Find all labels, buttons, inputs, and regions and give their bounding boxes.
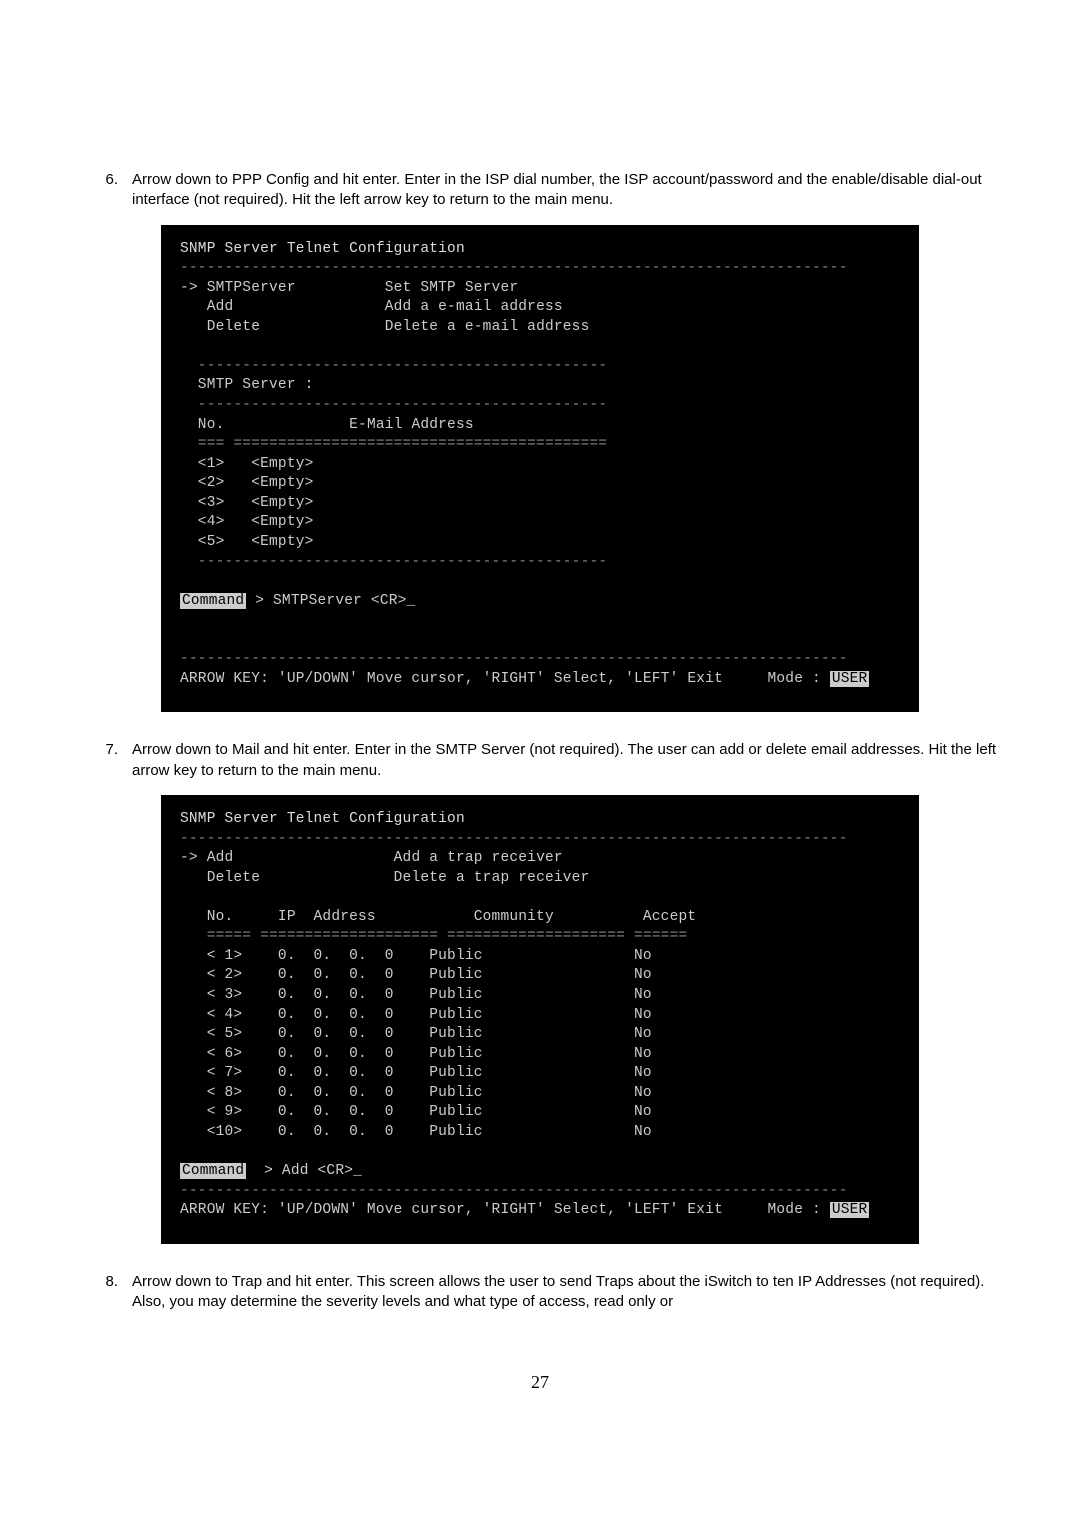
term1-smtp-server: SMTP Server : (180, 377, 314, 393)
term1-dash-1: ----------------------------------------… (180, 358, 607, 374)
term1-footer: ARROW KEY: 'UP/DOWN' Move cursor, 'RIGHT… (180, 671, 830, 687)
term1-title: SNMP Server Telnet Configuration (180, 241, 465, 257)
term1-dash-2: ----------------------------------------… (180, 397, 607, 413)
term2-row-6: < 6> 0. 0. 0. 0 Public No (180, 1046, 652, 1062)
term1-eq: === ====================================… (180, 436, 607, 452)
term2-row-1: < 1> 0. 0. 0. 0 Public No (180, 948, 652, 964)
step-6-number: 6. (80, 170, 132, 211)
term2-row-9: < 9> 0. 0. 0. 0 Public No (180, 1104, 652, 1120)
term2-eq: ===== ==================== =============… (180, 928, 687, 944)
term2-dash-bottom: ----------------------------------------… (180, 1183, 848, 1199)
term2-row-4: < 4> 0. 0. 0. 0 Public No (180, 1007, 652, 1023)
term1-mode: USER (830, 671, 870, 687)
term1-col-addr: E-Mail Address (349, 417, 474, 433)
term1-dash-bottom: ----------------------------------------… (180, 651, 848, 667)
step-6-text: Arrow down to PPP Config and hit enter. … (132, 170, 1000, 211)
term2-command-label: Command (180, 1163, 246, 1179)
term2-dash-top: ----------------------------------------… (180, 831, 848, 847)
step-7-number: 7. (80, 740, 132, 781)
term2-row-3: < 3> 0. 0. 0. 0 Public No (180, 987, 652, 1003)
step-8-number: 8. (80, 1272, 132, 1313)
term2-title: SNMP Server Telnet Configuration (180, 811, 465, 827)
term1-row-3: <3> <Empty> (180, 495, 314, 511)
term1-command-text: > SMTPServer <CR>_ (246, 593, 415, 609)
term2-mode: USER (830, 1202, 870, 1218)
term2-row-2: < 2> 0. 0. 0. 0 Public No (180, 967, 652, 983)
term2-row-7: < 7> 0. 0. 0. 0 Public No (180, 1065, 652, 1081)
term1-col-no: No. (180, 417, 225, 433)
step-8: 8. Arrow down to Trap and hit enter. Thi… (80, 1272, 1000, 1313)
term1-row-4: <4> <Empty> (180, 514, 314, 530)
term2-menu-delete: Delete (180, 870, 260, 886)
term1-menu-add: Add (180, 299, 233, 315)
page-number: 27 (80, 1372, 1000, 1393)
term1-row-2: <2> <Empty> (180, 475, 314, 491)
term2-row-5: < 5> 0. 0. 0. 0 Public No (180, 1026, 652, 1042)
term1-dash-3: ----------------------------------------… (180, 554, 607, 570)
term1-menu-delete: Delete (180, 319, 260, 335)
term1-dash-top: ----------------------------------------… (180, 260, 848, 276)
term2-header-row: No. IP Address Community Accept (180, 909, 696, 925)
term2-command-text: > Add <CR>_ (246, 1163, 362, 1179)
step-7: 7. Arrow down to Mail and hit enter. Ent… (80, 740, 1000, 781)
terminal-trap: SNMP Server Telnet Configuration -------… (161, 795, 919, 1244)
term1-command-label: Command (180, 593, 246, 609)
term2-menu-add: -> Add (180, 850, 233, 866)
term2-footer: ARROW KEY: 'UP/DOWN' Move cursor, 'RIGHT… (180, 1202, 830, 1218)
terminal-smtp: SNMP Server Telnet Configuration -------… (161, 225, 919, 713)
term2-row-10: <10> 0. 0. 0. 0 Public No (180, 1124, 652, 1140)
term1-menu-smtpserver: -> SMTPServer (180, 280, 296, 296)
step-6: 6. Arrow down to PPP Config and hit ente… (80, 170, 1000, 211)
step-7-text: Arrow down to Mail and hit enter. Enter … (132, 740, 1000, 781)
step-8-text: Arrow down to Trap and hit enter. This s… (132, 1272, 1000, 1313)
term2-row-8: < 8> 0. 0. 0. 0 Public No (180, 1085, 652, 1101)
term1-row-5: <5> <Empty> (180, 534, 314, 550)
term1-row-1: <1> <Empty> (180, 456, 314, 472)
